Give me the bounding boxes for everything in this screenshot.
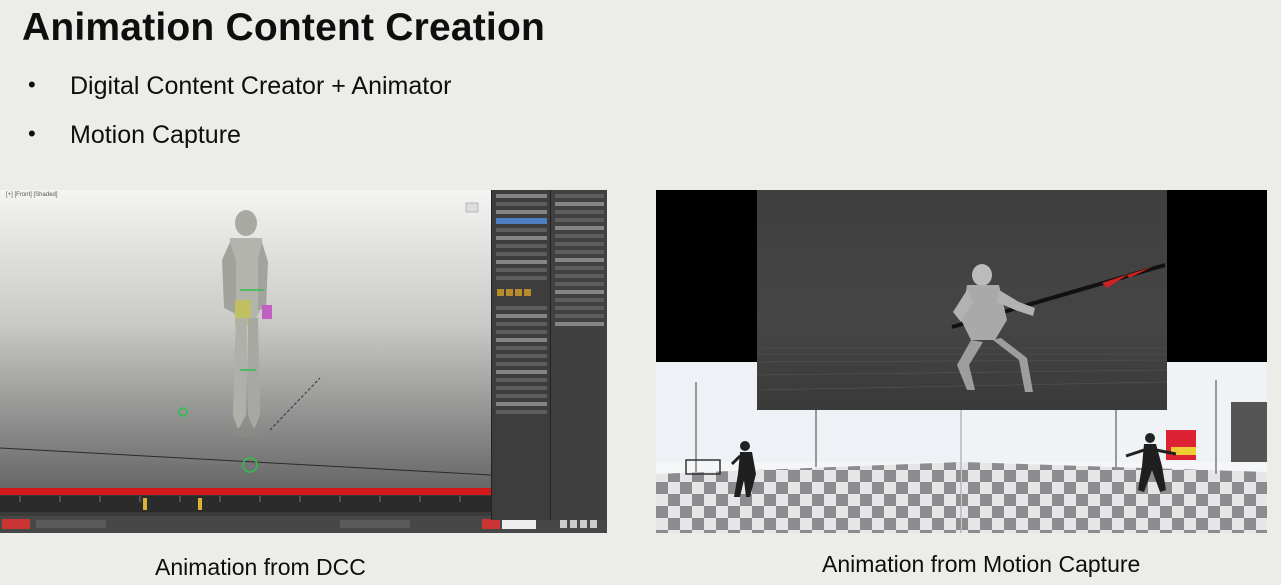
bullet-text: Motion Capture bbox=[70, 121, 241, 149]
armored-warrior-with-spear-icon bbox=[757, 263, 1167, 392]
dcc-screenshot: [+] [Front] [Shaded] bbox=[0, 190, 607, 533]
timeline-bar[interactable] bbox=[0, 488, 491, 495]
bullet-list: • Digital Content Creator + Animator • M… bbox=[28, 72, 451, 170]
timeline-ruler-icon[interactable] bbox=[0, 488, 607, 533]
timeline-ticks bbox=[0, 496, 491, 512]
caption-left: Animation from DCC bbox=[155, 554, 366, 580]
bullet-item: • Motion Capture bbox=[28, 121, 451, 170]
rollout-panel[interactable] bbox=[550, 190, 607, 520]
slide-title: Animation Content Creation bbox=[22, 6, 546, 49]
bullet-text: Digital Content Creator + Animator bbox=[70, 72, 452, 100]
mocap-screenshot bbox=[656, 190, 1267, 533]
bullet-marker: • bbox=[28, 121, 36, 146]
bullet-marker: • bbox=[28, 72, 36, 97]
command-panel-icon[interactable] bbox=[491, 190, 551, 520]
viewport-label: [+] [Front] [Shaded] bbox=[6, 192, 58, 198]
dcc-viewport: [+] [Front] [Shaded] bbox=[0, 190, 491, 488]
biped-figure-icon bbox=[0, 202, 491, 476]
caption-right: Animation from Motion Capture bbox=[822, 551, 1141, 577]
bullet-item: • Digital Content Creator + Animator bbox=[28, 72, 451, 121]
render-viewport bbox=[757, 190, 1167, 410]
